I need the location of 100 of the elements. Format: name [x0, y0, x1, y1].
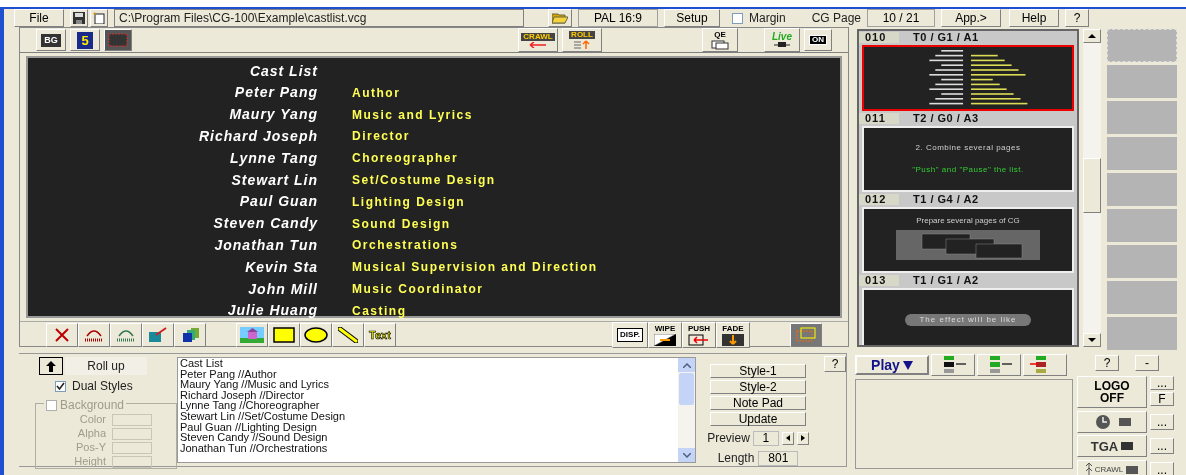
- image-icon[interactable]: [236, 323, 268, 347]
- video-format-field: PAL 16:9: [578, 9, 658, 27]
- style-1-button[interactable]: Style-1: [710, 364, 806, 378]
- help-button[interactable]: Help: [1009, 9, 1060, 27]
- safe-frame-icon[interactable]: [790, 323, 822, 347]
- input-field[interactable]: [112, 427, 152, 440]
- script-line: Maury Yang //Music and Lyrics: [180, 379, 330, 390]
- collapse-button[interactable]: -: [1135, 355, 1159, 371]
- insert-icon[interactable]: [931, 354, 975, 376]
- new-file-icon[interactable]: [90, 9, 108, 27]
- preview-name: Kevin Sta: [244, 257, 318, 277]
- tga-button[interactable]: TGA: [1077, 435, 1147, 457]
- preview-title: Cast List: [248, 61, 318, 81]
- preview-name: Lynne Tang: [228, 148, 318, 168]
- on-air-button[interactable]: ON: [804, 29, 832, 51]
- checkbox[interactable]: [55, 380, 66, 392]
- preview-role: Orchestrations: [352, 237, 459, 255]
- update-button[interactable]: Update: [710, 412, 806, 426]
- more-button[interactable]: ...: [1150, 376, 1174, 390]
- input-field[interactable]: [112, 413, 152, 426]
- preview-role: Casting: [352, 302, 407, 320]
- preview-name: Maury Yang: [228, 105, 318, 125]
- rectangle-icon[interactable]: [268, 323, 300, 347]
- page-thumbnail[interactable]: Prepare several pages of CG: [862, 207, 1074, 273]
- more-button[interactable]: ...: [1150, 414, 1174, 430]
- page-number: 013: [859, 275, 899, 286]
- script-line: Steven Candy //Sound Design: [180, 432, 329, 443]
- logo-toggle-button[interactable]: LOGO OFF: [1077, 376, 1147, 408]
- background-button[interactable]: BG: [36, 29, 66, 51]
- preview-role: Musical Supervision and Direction: [352, 259, 598, 277]
- preview-label: Preview: [707, 430, 750, 447]
- roll-mode-field[interactable]: Roll up: [65, 357, 147, 375]
- previous-icon[interactable]: [781, 431, 794, 445]
- preview-role: Set/Costume Design: [352, 172, 496, 190]
- camera-icon: [774, 42, 790, 48]
- layers-icon[interactable]: [174, 323, 206, 347]
- help-question-button[interactable]: ?: [1095, 355, 1119, 371]
- thumbnail-text: The effect will be like: [905, 313, 1031, 326]
- undo-icon[interactable]: [78, 323, 110, 347]
- input-field[interactable]: [112, 455, 152, 468]
- wipe-button[interactable]: WIPE: [648, 322, 682, 348]
- roll-button[interactable]: ROLL: [562, 28, 602, 52]
- checkbox[interactable]: [732, 12, 743, 24]
- scrollbar-thumb[interactable]: [1083, 158, 1101, 213]
- push-button[interactable]: PUSH: [682, 322, 716, 348]
- setup-button[interactable]: Setup: [664, 9, 720, 27]
- preview-name: Jonathan Tun: [213, 235, 318, 255]
- field-label: Height: [73, 456, 107, 467]
- field-label: Color: [78, 414, 107, 425]
- crawl-logo-button[interactable]: CRAWL: [1077, 460, 1147, 475]
- script-text-area[interactable]: [177, 357, 696, 463]
- page-thumbnail[interactable]: 2. Combine several pages "Push" and "Pause" the list.: [862, 126, 1074, 192]
- script-line: Stewart Lin //Set/Costume Design: [180, 410, 347, 422]
- grid-button[interactable]: 5: [70, 29, 100, 51]
- display-button[interactable]: DISP.: [612, 322, 648, 348]
- help-question-button[interactable]: ?: [824, 356, 846, 372]
- style-2-button[interactable]: Style-2: [710, 380, 806, 394]
- remove-icon[interactable]: [1023, 354, 1067, 376]
- file-path-field[interactable]: C:\Program Files\CG-100\Example\castlist.vcg: [114, 9, 524, 27]
- safe-area-icon[interactable]: [104, 29, 132, 51]
- play-button[interactable]: Play: [855, 355, 929, 375]
- help-question-button[interactable]: ?: [1065, 9, 1090, 27]
- redo-icon[interactable]: [110, 323, 142, 347]
- length-label: Length: [717, 450, 755, 467]
- preview-name: Julie Huang: [226, 301, 318, 321]
- replace-icon[interactable]: [977, 354, 1021, 376]
- script-line: Peter Pang //Author: [180, 368, 278, 380]
- script-line: Richard Joseph //Director: [180, 389, 305, 401]
- length-field: 801: [758, 450, 799, 466]
- wipe-icon: [654, 333, 676, 346]
- script-line: Lynne Tang //Choreographer: [180, 400, 321, 411]
- scroll-up-icon: [682, 362, 691, 368]
- page-thumbnail[interactable]: The effect will be like: [862, 288, 1074, 345]
- f-button[interactable]: F: [1150, 392, 1174, 406]
- input-field[interactable]: [112, 441, 152, 454]
- preview-field[interactable]: 1: [752, 430, 779, 446]
- page-code: T0 / G1 / A1: [913, 32, 979, 43]
- more-button[interactable]: ...: [1150, 438, 1174, 454]
- file-menu[interactable]: File: [14, 9, 64, 27]
- quick-edit-button[interactable]: QE: [702, 28, 738, 52]
- dual-styles-label: Dual Styles: [72, 378, 133, 395]
- delete-icon[interactable]: [46, 323, 78, 347]
- fade-button[interactable]: FADE: [716, 322, 750, 348]
- page-code: T1 / G1 / A2: [913, 275, 979, 286]
- export-icon[interactable]: [142, 323, 174, 347]
- page-scrollbar[interactable]: [1083, 29, 1101, 347]
- cg-page-label: CG Page: [811, 10, 862, 27]
- next-icon[interactable]: [796, 431, 809, 445]
- margin-label: Margin: [749, 10, 786, 27]
- text-scrollbar[interactable]: [678, 358, 695, 462]
- note-pad-button[interactable]: Note Pad: [710, 396, 806, 410]
- cg-page-field: 10 / 21: [867, 9, 936, 27]
- more-button[interactable]: ...: [1150, 462, 1174, 475]
- pages-icon: [711, 39, 729, 50]
- open-folder-icon[interactable]: [548, 9, 572, 27]
- preview-name: Steven Candy: [212, 214, 318, 234]
- save-icon[interactable]: [70, 9, 88, 27]
- crawl-button[interactable]: CRAWL: [518, 28, 558, 52]
- app-button[interactable]: App.>: [941, 9, 1002, 27]
- clock-button[interactable]: [1077, 411, 1147, 433]
